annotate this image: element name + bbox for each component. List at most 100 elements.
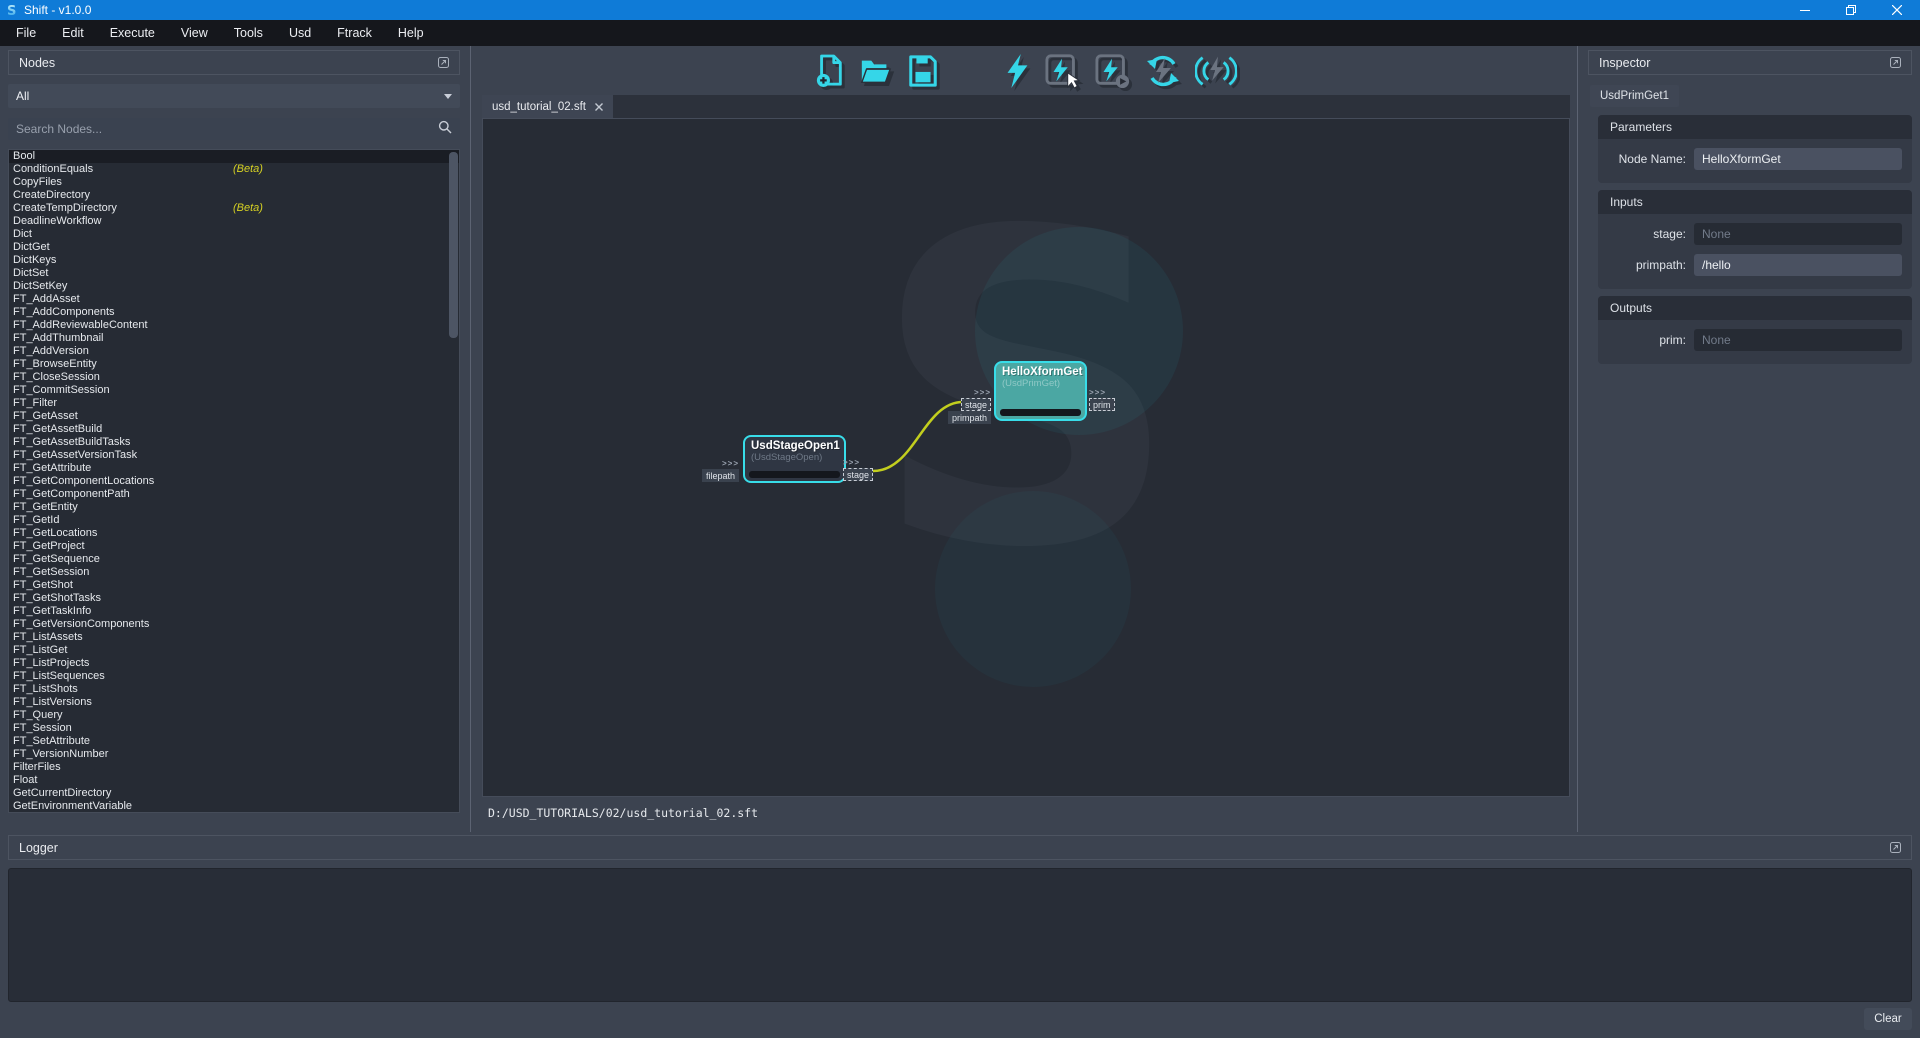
node-list-item[interactable]: GetCurrentDirectory xyxy=(9,787,459,800)
node-list-item[interactable]: FT_GetProject xyxy=(9,540,459,553)
execute-selected-icon[interactable] xyxy=(1045,53,1081,89)
node-list-item[interactable]: FilterFiles xyxy=(9,761,459,774)
node-list-item-label: FT_GetId xyxy=(13,514,59,526)
node-list-item[interactable]: FT_ListShots xyxy=(9,683,459,696)
graph-node-helloxformget[interactable]: HelloXformGet(UsdPrimGet) xyxy=(994,361,1087,421)
node-list-item[interactable]: FT_GetShot xyxy=(9,579,459,592)
node-list-item[interactable]: FT_BrowseEntity xyxy=(9,358,459,371)
close-button[interactable] xyxy=(1874,0,1920,20)
node-list-item[interactable]: FT_AddThumbnail xyxy=(9,332,459,345)
node-list-item[interactable]: FT_GetTaskInfo xyxy=(9,605,459,618)
node-list-item[interactable]: FT_ListAssets xyxy=(9,631,459,644)
node-list-item[interactable]: Float xyxy=(9,774,459,787)
field-input-nodename[interactable]: HelloXformGet xyxy=(1694,148,1902,170)
graph-node-usdstageopen1[interactable]: UsdStageOpen1(UsdStageOpen) xyxy=(743,435,846,483)
port-primpath[interactable]: primpath xyxy=(948,411,991,424)
node-list-item[interactable]: FT_GetVersionComponents xyxy=(9,618,459,631)
node-filter-dropdown[interactable]: All xyxy=(8,84,460,108)
node-list-item[interactable]: DictSetKey xyxy=(9,280,459,293)
node-list-scrollbar-thumb[interactable] xyxy=(449,152,458,338)
node-list-item[interactable]: FT_GetId xyxy=(9,514,459,527)
node-list-item[interactable]: CreateTempDirectory(Beta) xyxy=(9,202,459,215)
node-list-item[interactable]: FT_GetShotTasks xyxy=(9,592,459,605)
node-list-item-label: FT_GetAssetVersionTask xyxy=(13,449,137,461)
undock-nodes-icon[interactable] xyxy=(438,57,449,68)
node-list-item[interactable]: FT_CommitSession xyxy=(9,384,459,397)
node-list-item-label: FT_ListSequences xyxy=(13,670,105,682)
node-list-item[interactable]: CreateDirectory xyxy=(9,189,459,202)
node-list-item[interactable]: FT_GetComponentPath xyxy=(9,488,459,501)
node-list-item[interactable]: CopyFiles xyxy=(9,176,459,189)
node-list-item[interactable]: FT_GetAssetVersionTask xyxy=(9,449,459,462)
new-graph-icon[interactable] xyxy=(815,54,845,88)
node-list-item[interactable]: FT_SetAttribute xyxy=(9,735,459,748)
restore-button[interactable] xyxy=(1828,0,1874,20)
node-list[interactable]: BoolConditionEquals(Beta)CopyFilesCreate… xyxy=(8,149,460,813)
node-list-item[interactable]: ConditionEquals(Beta) xyxy=(9,163,459,176)
port-filepath[interactable]: filepath xyxy=(702,469,739,482)
inspector-panel-header: Inspector xyxy=(1588,50,1912,75)
menu-item-edit[interactable]: Edit xyxy=(49,20,97,46)
node-graph-canvas[interactable]: S UsdStageOpen1(UsdStageOpen)>>>filepath… xyxy=(482,118,1570,797)
field-input-primpath[interactable]: /hello xyxy=(1694,254,1902,276)
node-list-item[interactable]: DictGet xyxy=(9,241,459,254)
node-list-item[interactable]: FT_GetSequence xyxy=(9,553,459,566)
undock-inspector-icon[interactable] xyxy=(1890,57,1901,68)
node-list-item[interactable]: FT_ListGet xyxy=(9,644,459,657)
minimize-button[interactable] xyxy=(1782,0,1828,20)
close-tab-icon[interactable] xyxy=(595,103,603,111)
node-list-item[interactable]: FT_ListSequences xyxy=(9,670,459,683)
node-list-item[interactable]: FT_AddAsset xyxy=(9,293,459,306)
node-list-item[interactable]: FT_ListProjects xyxy=(9,657,459,670)
node-list-item[interactable]: FT_GetEntity xyxy=(9,501,459,514)
node-list-item[interactable]: FT_ListVersions xyxy=(9,696,459,709)
node-list-item[interactable]: Dict xyxy=(9,228,459,241)
port-prim[interactable]: prim xyxy=(1089,398,1115,411)
node-list-item[interactable]: FT_AddVersion xyxy=(9,345,459,358)
log-output[interactable] xyxy=(8,868,1912,1002)
node-list-item[interactable]: FT_Filter xyxy=(9,397,459,410)
port-stage[interactable]: stage xyxy=(843,468,873,481)
right-splitter[interactable] xyxy=(1577,46,1578,832)
node-list-item[interactable]: FT_Session xyxy=(9,722,459,735)
node-list-item[interactable]: FT_GetSession xyxy=(9,566,459,579)
tab-usd-tutorial-02[interactable]: usd_tutorial_02.sft xyxy=(482,95,613,118)
node-list-item[interactable]: FT_AddComponents xyxy=(9,306,459,319)
menu-item-help[interactable]: Help xyxy=(385,20,437,46)
left-splitter[interactable] xyxy=(470,46,471,832)
save-graph-icon[interactable] xyxy=(907,54,939,88)
node-list-item[interactable]: FT_Query xyxy=(9,709,459,722)
menu-item-usd[interactable]: Usd xyxy=(276,20,324,46)
menu-item-view[interactable]: View xyxy=(168,20,221,46)
node-list-item[interactable]: FT_GetAsset xyxy=(9,410,459,423)
node-list-item[interactable]: FT_GetLocations xyxy=(9,527,459,540)
execute-from-selected-icon[interactable] xyxy=(1095,53,1131,89)
menu-item-ftrack[interactable]: Ftrack xyxy=(324,20,385,46)
menu-item-execute[interactable]: Execute xyxy=(97,20,168,46)
node-list-item[interactable]: DeadlineWorkflow xyxy=(9,215,459,228)
node-list-item[interactable]: Bool xyxy=(9,150,459,163)
menu-item-file[interactable]: File xyxy=(3,20,49,46)
node-list-item[interactable]: DictKeys xyxy=(9,254,459,267)
beta-badge: (Beta) xyxy=(233,202,263,215)
open-graph-icon[interactable] xyxy=(859,54,893,88)
node-list-item[interactable]: DictSet xyxy=(9,267,459,280)
node-list-item[interactable]: FT_GetComponentLocations xyxy=(9,475,459,488)
node-list-item[interactable]: FT_GetAssetBuild xyxy=(9,423,459,436)
execute-graph-icon[interactable] xyxy=(1003,53,1031,89)
node-list-item[interactable]: FT_VersionNumber xyxy=(9,748,459,761)
node-list-item[interactable]: FT_GetAssetBuildTasks xyxy=(9,436,459,449)
undock-logger-icon[interactable] xyxy=(1890,842,1901,853)
live-execute-icon[interactable] xyxy=(1195,53,1237,89)
auto-execute-icon[interactable] xyxy=(1145,53,1181,89)
node-list-item[interactable]: FT_CloseSession xyxy=(9,371,459,384)
inspector-node-tab[interactable]: UsdPrimGet1 xyxy=(1590,85,1679,107)
node-list-item[interactable]: GetEnvironmentVariable xyxy=(9,800,459,813)
search-input[interactable] xyxy=(16,122,438,136)
node-list-item-label: FT_AddReviewableContent xyxy=(13,319,148,331)
menu-item-tools[interactable]: Tools xyxy=(221,20,276,46)
node-list-item[interactable]: FT_AddReviewableContent xyxy=(9,319,459,332)
node-list-item[interactable]: FT_GetAttribute xyxy=(9,462,459,475)
clear-log-button[interactable]: Clear xyxy=(1864,1008,1912,1030)
node-type: (UsdPrimGet) xyxy=(1002,378,1085,389)
